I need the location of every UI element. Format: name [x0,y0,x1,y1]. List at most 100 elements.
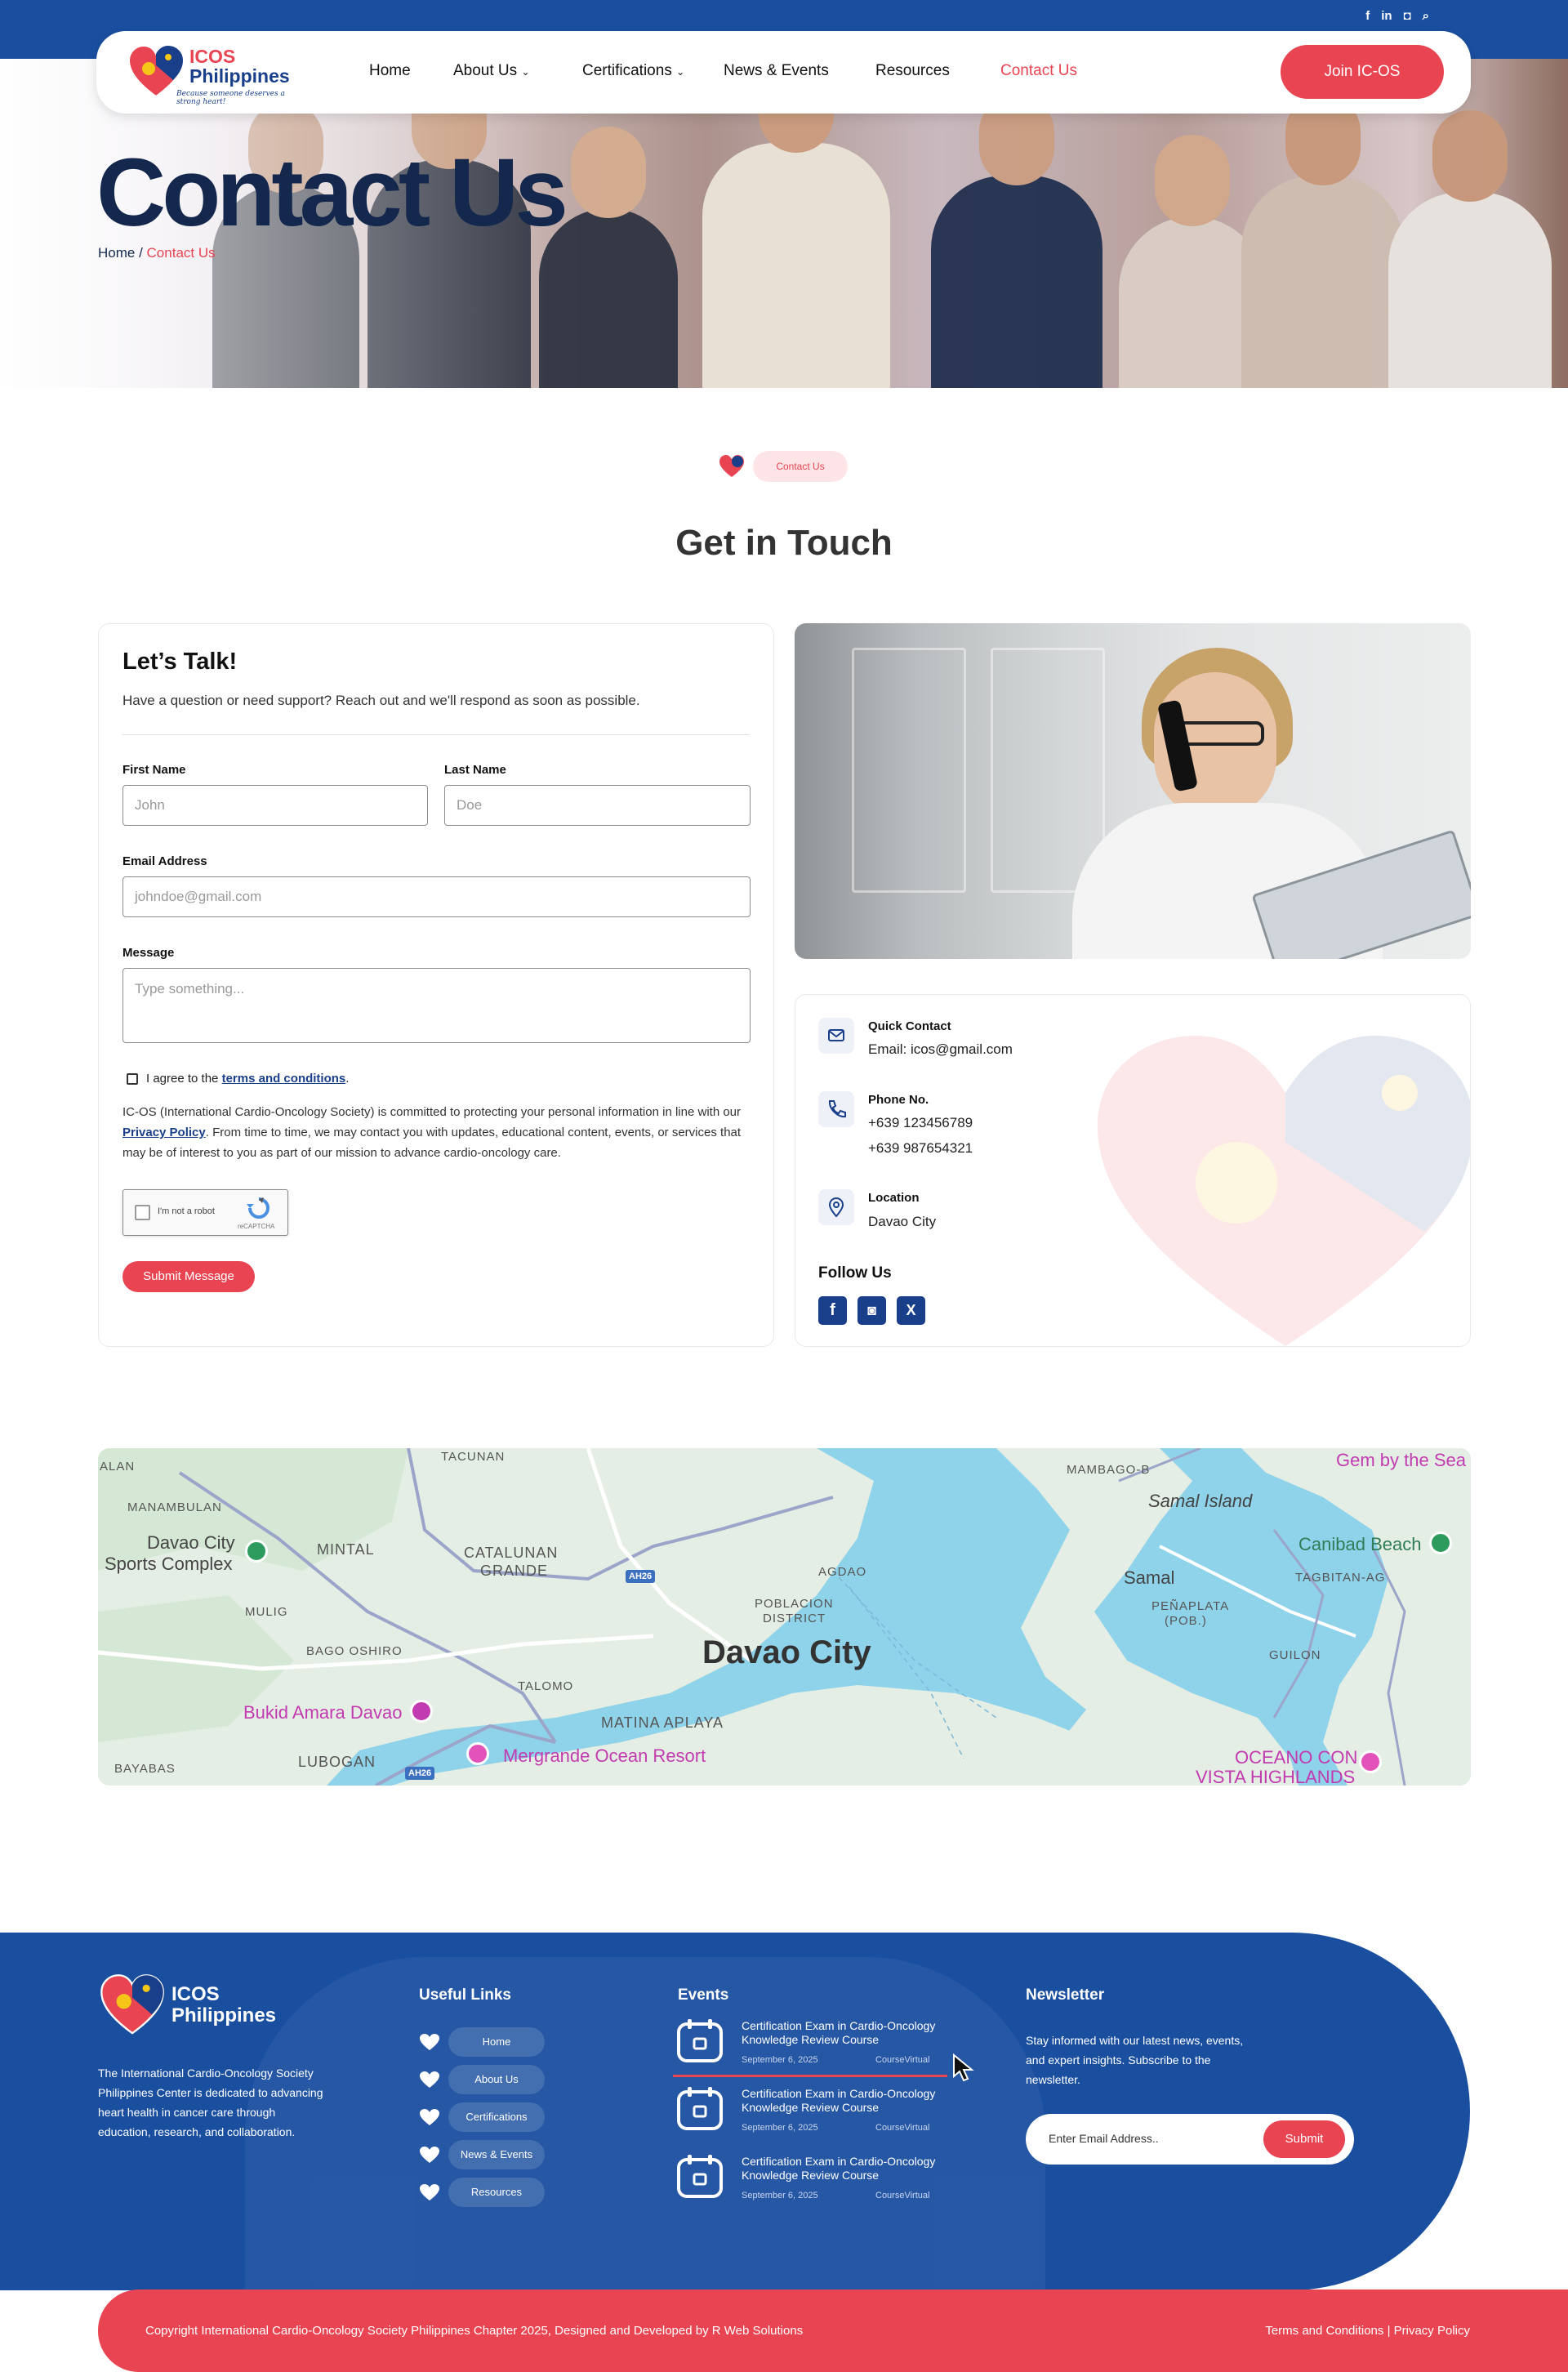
form-subtitle: Have a question or need support? Reach o… [122,693,640,708]
divider [122,734,750,735]
terms-link[interactable]: terms and conditions [222,1072,346,1086]
nav-contact-us[interactable]: Contact Us [1000,62,1077,80]
nav-home[interactable]: Home [369,62,411,80]
facebook-icon[interactable]: f [818,1296,847,1325]
top-social-icons: f in ◘ ⌕ [1365,10,1429,23]
first-name-field[interactable]: John [122,785,428,826]
site-logo[interactable]: ICOS Philippines Because someone deserve… [127,41,299,106]
privacy-policy-link[interactable]: Privacy Policy [122,1126,206,1139]
nav-news-events[interactable]: News & Events [724,62,829,80]
event-date: September 6, 2025 [742,2123,818,2133]
nav-resources[interactable]: Resources [875,62,950,80]
footer-link-home[interactable]: Home [419,2027,546,2057]
newsletter-form: Enter Email Address.. Submit [1026,2114,1354,2165]
location-map[interactable]: ALAN TACUNAN MANAMBULAN Davao City Sport… [98,1448,1471,1786]
calendar-icon [677,2087,723,2130]
footer-link-resources[interactable]: Resources [419,2178,546,2207]
newsletter-submit-button[interactable]: Submit [1263,2120,1345,2158]
events-title: Events [678,1986,729,2004]
map-poi-oceano[interactable]: OCEANO CON [1235,1747,1357,1768]
page-title: Contact Us [96,139,568,247]
newsletter-title: Newsletter [1026,1986,1105,2004]
map-city-label: Davao City [702,1634,871,1670]
instagram-icon[interactable]: ◙ [858,1296,886,1325]
contact-email[interactable]: Email: icos@gmail.com [868,1041,1013,1058]
map-poi-gem[interactable]: Gem by the Sea [1336,1450,1466,1471]
section-badge: Contact Us [753,451,848,482]
footer-link-news-events[interactable]: News & Events [419,2140,546,2169]
event-title: Certification Exam in Cardio-Oncology Kn… [742,2155,936,2182]
submit-message-button[interactable]: Submit Message [122,1261,255,1292]
phone-number-1[interactable]: +639 123456789 [868,1115,973,1131]
terms-checkbox[interactable] [127,1072,138,1085]
join-button[interactable]: Join IC-OS [1281,45,1444,99]
map-pin-sports-complex[interactable] [245,1540,268,1563]
form-title: Let’s Talk! [122,649,238,675]
email-label: Email Address [122,854,207,868]
contact-info-card: Quick Contact Email: icos@gmail.com Phon… [795,994,1471,1347]
location-title: Location [868,1191,920,1205]
contact-form-card: Let’s Talk! Have a question or need supp… [98,623,774,1347]
map-poi-mergrande[interactable]: Mergrande Ocean Resort [503,1746,706,1767]
map-pin-bukid[interactable] [410,1700,433,1723]
newsletter-text: Stay informed with our latest news, even… [1026,2034,1244,2086]
search-icon[interactable]: ⌕ [1423,10,1429,23]
phone-number-2[interactable]: +639 987654321 [868,1140,973,1157]
linkedin-icon[interactable]: in [1381,10,1392,23]
facebook-icon[interactable]: f [1365,10,1370,23]
recaptcha-icon [247,1197,270,1219]
main-navigation: ICOS Philippines Because someone deserve… [96,31,1471,114]
phone-icon [818,1091,854,1127]
breadcrumb-home[interactable]: Home [98,245,135,261]
footer-logo[interactable]: ICOS Philippines [98,1973,286,2047]
footer-about: The International Cardio-Oncology Societ… [98,2067,323,2138]
nav-about-us[interactable]: About Us ⌄ [453,62,530,80]
newsletter-email-input[interactable]: Enter Email Address.. [1049,2132,1159,2145]
quick-contact-title: Quick Contact [868,1019,951,1033]
event-title: Certification Exam in Cardio-Oncology Kn… [742,2019,936,2046]
message-label: Message [122,946,175,960]
heart-flag-watermark-icon [1098,1036,1470,1346]
breadcrumb: Home / Contact Us [98,245,216,261]
doctor-on-phone-photo [795,623,1471,959]
heart-flag-logo-icon [100,1974,164,2035]
recaptcha-brand: reCAPTCHA [238,1223,275,1230]
x-icon[interactable]: X [897,1296,925,1325]
message-textarea[interactable]: Type something... [122,968,751,1043]
mouse-cursor-icon [953,2053,974,2082]
map-pin-mergrande[interactable] [466,1742,489,1765]
footer-link-certifications[interactable]: Certifications [419,2102,546,2132]
event-category: CourseVirtual [875,2191,930,2200]
heart-bullet-icon [420,2109,439,2125]
calendar-icon [677,2019,723,2062]
copyright-text: Copyright International Cardio-Oncology … [145,2324,804,2338]
nav-certifications[interactable]: Certifications ⌄ [582,62,684,80]
recaptcha-checkbox[interactable] [135,1205,150,1220]
map-poi-bukid[interactable]: Bukid Amara Davao [243,1702,402,1723]
email-field[interactable]: johndoe@gmail.com [122,876,751,917]
site-footer: ICOS Philippines The International Cardi… [0,1933,1568,2290]
chevron-down-icon: ⌄ [676,66,685,78]
event-category: CourseVirtual [875,2055,930,2065]
last-name-field[interactable]: Doe [444,785,751,826]
map-poi-canibad[interactable]: Canibad Beach [1298,1534,1421,1555]
terms-privacy-links[interactable]: Terms and Conditions | Privacy Policy [1265,2324,1470,2338]
copyright-bar: Copyright International Cardio-Oncology … [98,2290,1568,2372]
recaptcha-widget: I'm not a robot reCAPTCHA [122,1189,288,1236]
terms-agreement: I agree to the terms and conditions. [127,1072,349,1086]
event-date: September 6, 2025 [742,2191,818,2200]
footer-link-about[interactable]: About Us [419,2065,546,2094]
heart-bullet-icon [420,2184,439,2200]
map-pin-canibad[interactable] [1429,1532,1452,1554]
follow-us-title: Follow Us [818,1264,892,1282]
event-hover-underline [673,2075,947,2077]
heart-badge-icon [719,455,744,477]
section-title: Get in Touch [675,523,893,563]
event-category: CourseVirtual [875,2123,930,2133]
heart-bullet-icon [420,2034,439,2050]
map-pin-oceano[interactable] [1359,1750,1382,1773]
first-name-label: First Name [122,763,186,777]
instagram-icon[interactable]: ◘ [1404,10,1411,23]
useful-links-title: Useful Links [419,1986,511,2004]
event-date: September 6, 2025 [742,2055,818,2065]
